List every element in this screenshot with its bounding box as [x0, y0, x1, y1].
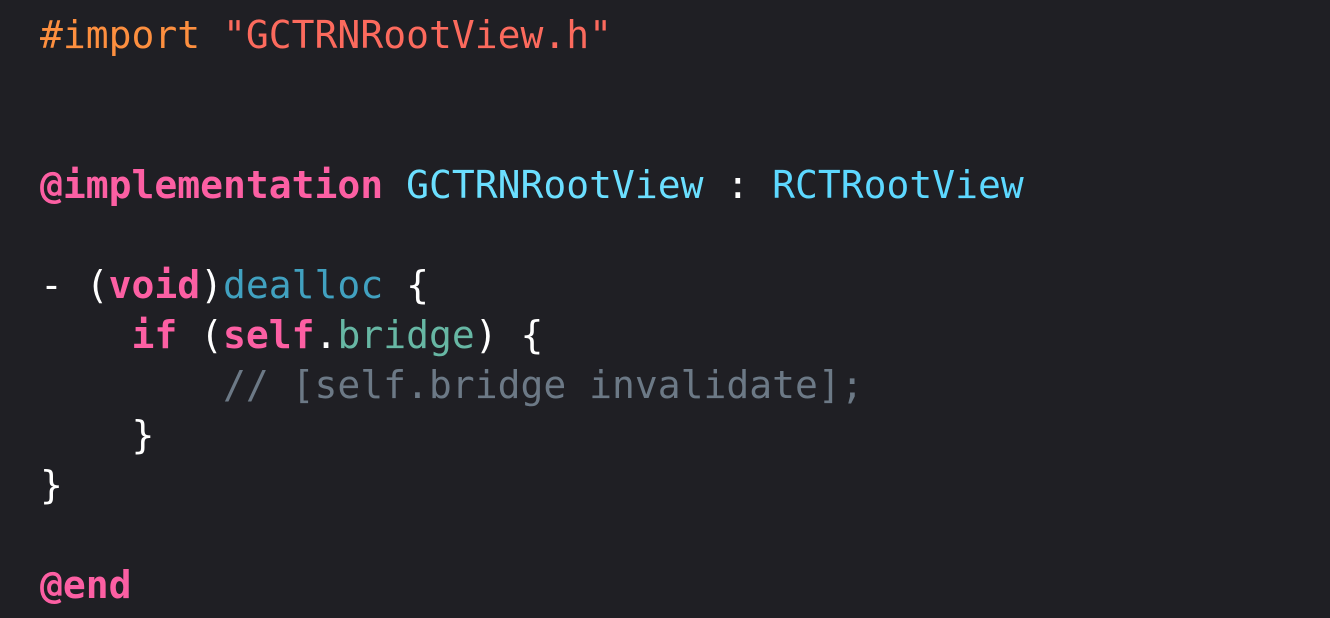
method-prefix: - (: [40, 263, 109, 307]
inner-close-brace: }: [131, 413, 155, 457]
code-line-implementation: @implementation GCTRNRootView : RCTRootV…: [40, 160, 1330, 210]
implementation-keyword: @implementation: [40, 163, 384, 207]
comment-text: // [self.bridge invalidate];: [223, 363, 864, 407]
code-line-method-close: }: [40, 460, 1330, 510]
if-paren-close: ) {: [474, 313, 544, 357]
method-name: dealloc: [223, 263, 384, 307]
method-open-brace: {: [383, 263, 429, 307]
code-editor[interactable]: #import "GCTRNRootView.h" @implementatio…: [0, 0, 1330, 618]
code-line-method-signature: - (void)dealloc {: [40, 260, 1330, 310]
colon-separator: :: [703, 163, 773, 207]
code-line-end: @end: [40, 560, 1330, 610]
code-line-inner-close: }: [40, 410, 1330, 460]
code-line-if-statement: if (self.bridge) {: [40, 310, 1330, 360]
self-keyword: self: [223, 313, 315, 357]
dot-operator: .: [314, 313, 338, 357]
bridge-property: bridge: [337, 313, 475, 357]
method-paren-close: ): [200, 263, 224, 307]
if-keyword: if: [131, 313, 178, 357]
method-close-brace: }: [40, 463, 63, 507]
return-type-keyword: void: [108, 263, 201, 307]
superclass-name: RCTRootView: [772, 163, 1024, 207]
class-name: GCTRNRootView: [406, 163, 704, 207]
import-directive: #import: [40, 13, 201, 57]
code-line-comment: // [self.bridge invalidate];: [40, 360, 1330, 410]
if-paren-open: (: [177, 313, 224, 357]
import-path-string: "GCTRNRootView.h": [223, 13, 612, 57]
end-keyword: @end: [40, 563, 132, 607]
code-line-import: #import "GCTRNRootView.h": [40, 10, 1330, 60]
